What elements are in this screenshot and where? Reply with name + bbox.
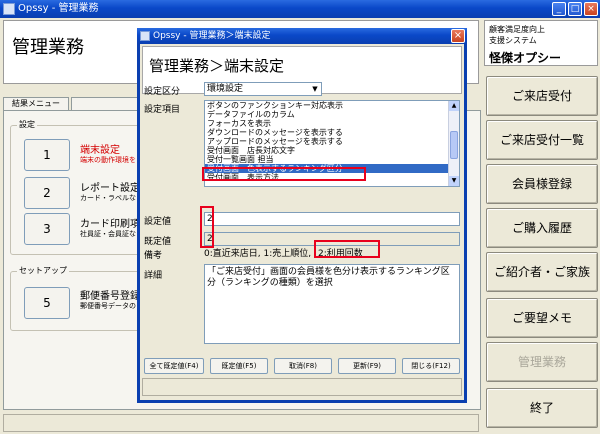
main-window-title: Opssy - 管理業務: [18, 3, 99, 14]
highlight-box-selected-item: [202, 167, 366, 181]
menu-button-5[interactable]: 5: [24, 287, 70, 319]
value-label: 設定値: [144, 217, 172, 227]
list-item[interactable]: アップロードのメッセージを表示する: [205, 137, 459, 146]
sidebar-button-visit-list[interactable]: ご来店受付一覧: [486, 120, 598, 160]
dialog-titlebar: Opssy - 管理業務＞端末設定 ×: [137, 28, 467, 44]
main-titlebar: Opssy - 管理業務 _ □ ×: [0, 0, 600, 18]
list-item[interactable]: 受付一覧画面 担当: [205, 155, 459, 164]
tab-results-menu[interactable]: 結果メニュー: [3, 97, 69, 111]
brand-logo-text: 怪傑オプシー: [489, 51, 562, 65]
setup-group-label: セットアップ: [17, 265, 69, 276]
dialog-app-icon: [140, 31, 150, 41]
close-button[interactable]: 閉じる(F12): [402, 358, 460, 374]
menu-desc-terminal-settings: 端末の動作環境を: [80, 156, 136, 164]
settings-group-label: 設定: [17, 119, 37, 130]
highlight-box-remark: [314, 240, 380, 258]
list-item[interactable]: ダウンロードのメッセージを表示する: [205, 128, 459, 137]
menu-button-2[interactable]: 2: [24, 177, 70, 209]
highlight-box-values: [200, 206, 214, 248]
list-item[interactable]: 受付画面 店長対応文字: [205, 146, 459, 155]
scroll-up-icon[interactable]: ▲: [449, 101, 459, 111]
brand-tagline-2: 支援システム: [489, 36, 537, 45]
dialog-titlebar-text: Opssy - 管理業務＞端末設定: [153, 31, 271, 41]
menu-desc-card-print: 社員証・会員証な: [80, 230, 136, 238]
sidebar-button-purchase-history[interactable]: ご購入履歴: [486, 208, 598, 248]
dialog-status-bar: [142, 378, 462, 396]
detail-label: 詳細: [144, 271, 163, 281]
page-title: 管理業務: [12, 37, 84, 58]
all-default-button[interactable]: 全て既定値(F4): [144, 358, 204, 374]
sidebar-button-exit[interactable]: 終了: [486, 388, 598, 428]
menu-desc-report-settings: カード・ラベルなど: [80, 194, 143, 202]
scroll-thumb[interactable]: [450, 131, 458, 159]
detail-text-box: 「ご来店受付」画面の会員様を色分け表示するランキング区分（ランキングの種類）を選…: [204, 264, 460, 344]
window-controls: _ □ ×: [552, 2, 598, 16]
menu-button-1[interactable]: 1: [24, 139, 70, 171]
listbox-scrollbar[interactable]: ▲ ▼: [448, 101, 459, 186]
dialog-close-icon[interactable]: ×: [451, 29, 465, 43]
list-item[interactable]: フォーカスを表示: [205, 119, 459, 128]
terminal-settings-dialog: Opssy - 管理業務＞端末設定 × 管理業務＞端末設定 設定区分 環境設定 …: [137, 28, 467, 403]
close-icon[interactable]: ×: [584, 2, 598, 16]
default-button[interactable]: 既定値(F5): [210, 358, 268, 374]
minimize-icon[interactable]: _: [552, 2, 566, 16]
remark-label: 備考: [144, 251, 163, 261]
maximize-icon[interactable]: □: [568, 2, 582, 16]
items-label: 設定項目: [144, 105, 181, 115]
menu-desc-postal-code: 郵便番号データの: [80, 302, 136, 310]
brand-panel: 顧客満足度向上 支援システム 怪傑オプシー: [484, 20, 598, 66]
tab-strip: 結果メニュー: [3, 97, 153, 111]
sidebar-button-referrer-family[interactable]: ご紹介者・ご家族: [486, 252, 598, 292]
sidebar-button-visit-reception[interactable]: ご来店受付: [486, 76, 598, 116]
menu-label-report-settings[interactable]: レポート設定: [80, 179, 140, 194]
list-item[interactable]: ボタンのファンクションキー対応表示: [205, 101, 459, 110]
dialog-title: 管理業務＞端末設定: [149, 57, 285, 75]
category-select-value: 環境設定: [207, 84, 244, 94]
category-label: 設定区分: [144, 87, 181, 97]
menu-button-3[interactable]: 3: [24, 213, 70, 245]
menu-label-postal-code[interactable]: 郵便番号登録: [80, 287, 140, 302]
list-item[interactable]: データファイルのカラム: [205, 110, 459, 119]
sidebar-button-request-memo[interactable]: ご要望メモ: [486, 298, 598, 338]
remark-options: 0:直近来店日, 1:売上順位,: [204, 249, 312, 259]
menu-label-terminal-settings[interactable]: 端末設定: [80, 141, 120, 156]
default-label: 既定値: [144, 237, 172, 247]
update-button[interactable]: 更新(F9): [338, 358, 396, 374]
brand-tagline-1: 顧客満足度向上: [489, 25, 545, 34]
status-bar: [3, 414, 479, 432]
category-select[interactable]: 環境設定 ▼: [204, 82, 322, 96]
value-input[interactable]: 2: [204, 212, 460, 226]
sidebar-button-admin: 管理業務: [486, 342, 598, 382]
cancel-button[interactable]: 取消(F8): [274, 358, 332, 374]
scroll-down-icon[interactable]: ▼: [449, 176, 459, 186]
sidebar-button-member-registration[interactable]: 会員様登録: [486, 164, 598, 204]
app-icon: [3, 3, 15, 15]
chevron-down-icon[interactable]: ▼: [310, 84, 320, 94]
